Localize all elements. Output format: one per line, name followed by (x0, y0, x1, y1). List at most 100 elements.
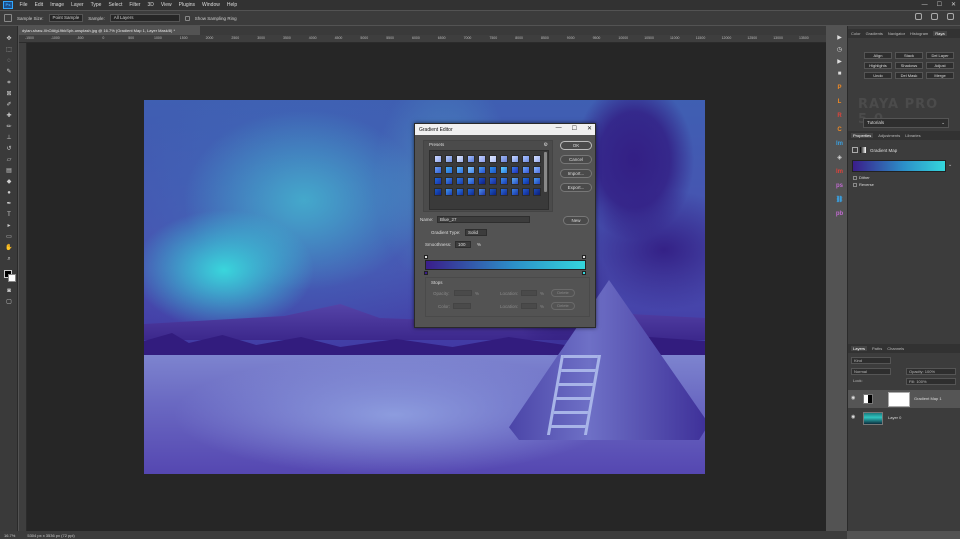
zoom-level[interactable]: 16.7% (4, 533, 15, 538)
document-tab[interactable]: dylan-shaw-XhOAfgL9bkSph-unsplash.jpg @ … (19, 26, 201, 35)
lasso-tool-icon[interactable]: ◌ (5, 58, 13, 65)
tab-properties[interactable]: Properties (851, 133, 874, 138)
raya-adjust-button[interactable]: Adjust (926, 62, 954, 69)
gradient-preset-swatch[interactable] (522, 155, 530, 163)
type-tool-icon[interactable]: T (5, 212, 13, 219)
frame-tool-icon[interactable]: ⊠ (5, 91, 13, 98)
gradient-preset-swatch[interactable] (500, 166, 508, 174)
gradient-preset-swatch[interactable] (511, 166, 519, 174)
gradient-preset-swatch[interactable] (489, 177, 497, 185)
import-button[interactable]: Import... (560, 169, 592, 178)
gradient-preset-swatch[interactable] (467, 177, 475, 185)
menu-image[interactable]: Image (47, 2, 68, 8)
eye-icon[interactable]: ◉ (851, 415, 857, 420)
dither-option[interactable]: Dither (853, 175, 870, 180)
healing-brush-tool-icon[interactable]: ✚ (5, 113, 13, 120)
gradient-preset-swatch[interactable] (533, 188, 541, 196)
pen-tool-icon[interactable]: ✒ (5, 201, 13, 208)
gradient-preset-swatch[interactable] (500, 155, 508, 163)
plugin-pb-icon[interactable]: pb (835, 210, 844, 218)
raya-del-mask-button[interactable]: Del Mask (895, 72, 923, 79)
stop-color-swatch[interactable] (453, 303, 471, 309)
color-stop-right[interactable] (582, 271, 586, 275)
gradient-preset-swatch[interactable] (522, 166, 530, 174)
gear-icon[interactable]: ⚙ (544, 142, 548, 148)
smoothness-input[interactable]: 100 (455, 241, 471, 248)
gradient-preset-swatch[interactable] (456, 155, 464, 163)
reverse-checkbox[interactable] (853, 182, 857, 187)
menu-type[interactable]: Type (87, 2, 105, 8)
menu-plugins[interactable]: Plugins (175, 2, 198, 8)
gradient-map-preview[interactable] (852, 160, 946, 172)
history-brush-tool-icon[interactable]: ↺ (5, 146, 13, 153)
menu-select[interactable]: Select (105, 2, 126, 8)
tab-raya[interactable]: Raya (933, 31, 947, 36)
plugin-lm-icon[interactable]: lm (835, 140, 844, 148)
reverse-option[interactable]: Reverse (853, 182, 874, 187)
menu-edit[interactable]: Edit (31, 2, 47, 8)
gradient-preset-swatch[interactable] (489, 188, 497, 196)
gradient-preset-swatch[interactable] (467, 155, 475, 163)
gradient-bar[interactable] (425, 260, 586, 270)
gradient-preset-swatch[interactable] (533, 155, 541, 163)
raya-del-layer-button[interactable]: Del Layer (926, 52, 954, 59)
gradient-preset-swatch[interactable] (478, 177, 486, 185)
eyedropper-tool-icon[interactable] (4, 14, 12, 22)
dither-checkbox[interactable] (853, 175, 857, 180)
plugin-link-icon[interactable]: ⛓ (835, 196, 844, 204)
raya-undo-button[interactable]: Undo (864, 72, 892, 79)
export-button[interactable]: Export... (560, 183, 592, 192)
plugin-c-icon[interactable]: C (835, 126, 844, 134)
gradient-preset-swatch[interactable] (511, 155, 519, 163)
menu-help[interactable]: Help (223, 2, 240, 8)
layer-name[interactable]: Gradient Map 1 (914, 396, 942, 401)
minimize-button[interactable]: — (922, 0, 928, 10)
layer-mask-thumbnail[interactable] (888, 392, 910, 407)
tab-adjustments[interactable]: Adjustments (878, 133, 900, 138)
stop-color-delete-button[interactable]: Delete (551, 302, 575, 310)
history-icon[interactable]: ◷ (835, 46, 844, 54)
menu-layer[interactable]: Layer (68, 2, 88, 8)
plugin-ps-icon[interactable]: ps (835, 182, 844, 190)
gradient-preset-swatch[interactable] (478, 166, 486, 174)
plugin-p-icon[interactable]: P (835, 84, 844, 92)
raya-align-button[interactable]: Align (864, 52, 892, 59)
gradient-preset-swatch[interactable] (489, 166, 497, 174)
fill-input[interactable]: Fill: 100% (906, 378, 956, 385)
screen-mode-icon[interactable]: ▢ (5, 299, 13, 306)
ok-button[interactable]: OK (560, 141, 592, 150)
marquee-tool-icon[interactable]: ⬚ (5, 47, 13, 54)
horizontal-ruler[interactable]: -1500 -1000 -500 0 500 1000 1500 2000 2500 3000 35… (19, 35, 826, 43)
cancel-button[interactable]: Cancel (560, 155, 592, 164)
clone-stamp-tool-icon[interactable]: ⊥ (5, 135, 13, 142)
gradient-preset-swatch[interactable] (456, 177, 464, 185)
gradient-preset-swatch[interactable] (500, 177, 508, 185)
raya-stack-button[interactable]: Stack (895, 52, 923, 59)
gradient-preset-swatch[interactable] (445, 188, 453, 196)
eye-icon[interactable]: ◉ (851, 396, 857, 401)
dodge-tool-icon[interactable]: ● (5, 190, 13, 197)
gradient-preset-swatch[interactable] (434, 166, 442, 174)
move-tool-icon[interactable]: ✥ (5, 36, 13, 43)
dialog-minimize-button[interactable]: — (556, 125, 562, 132)
vertical-ruler[interactable] (19, 43, 27, 531)
tab-paths[interactable]: Paths (872, 346, 882, 351)
quick-select-tool-icon[interactable]: ✎ (5, 69, 13, 76)
stop-opacity-input[interactable] (454, 290, 472, 296)
gradient-preset-swatch[interactable] (456, 188, 464, 196)
share-icon[interactable] (947, 13, 954, 20)
gradient-preset-swatch[interactable] (511, 177, 519, 185)
maximize-button[interactable]: ☐ (937, 0, 942, 10)
opacity-stop-right[interactable] (582, 255, 586, 259)
tab-gradients[interactable]: Gradients (866, 31, 883, 36)
path-select-tool-icon[interactable]: ▸ (5, 223, 13, 230)
stop-location-input[interactable] (521, 290, 537, 296)
search-icon[interactable] (915, 13, 922, 20)
document-info[interactable]: 5304 px x 3536 px (72 ppi) (27, 533, 74, 538)
presets-swatch-grid[interactable] (429, 150, 549, 210)
gradient-preset-swatch[interactable] (434, 155, 442, 163)
gradient-preset-swatch[interactable] (445, 177, 453, 185)
plugin-lm2-icon[interactable]: lm (835, 168, 844, 176)
gradient-preset-swatch[interactable] (467, 188, 475, 196)
layer-name[interactable]: Layer 0 (888, 415, 901, 420)
